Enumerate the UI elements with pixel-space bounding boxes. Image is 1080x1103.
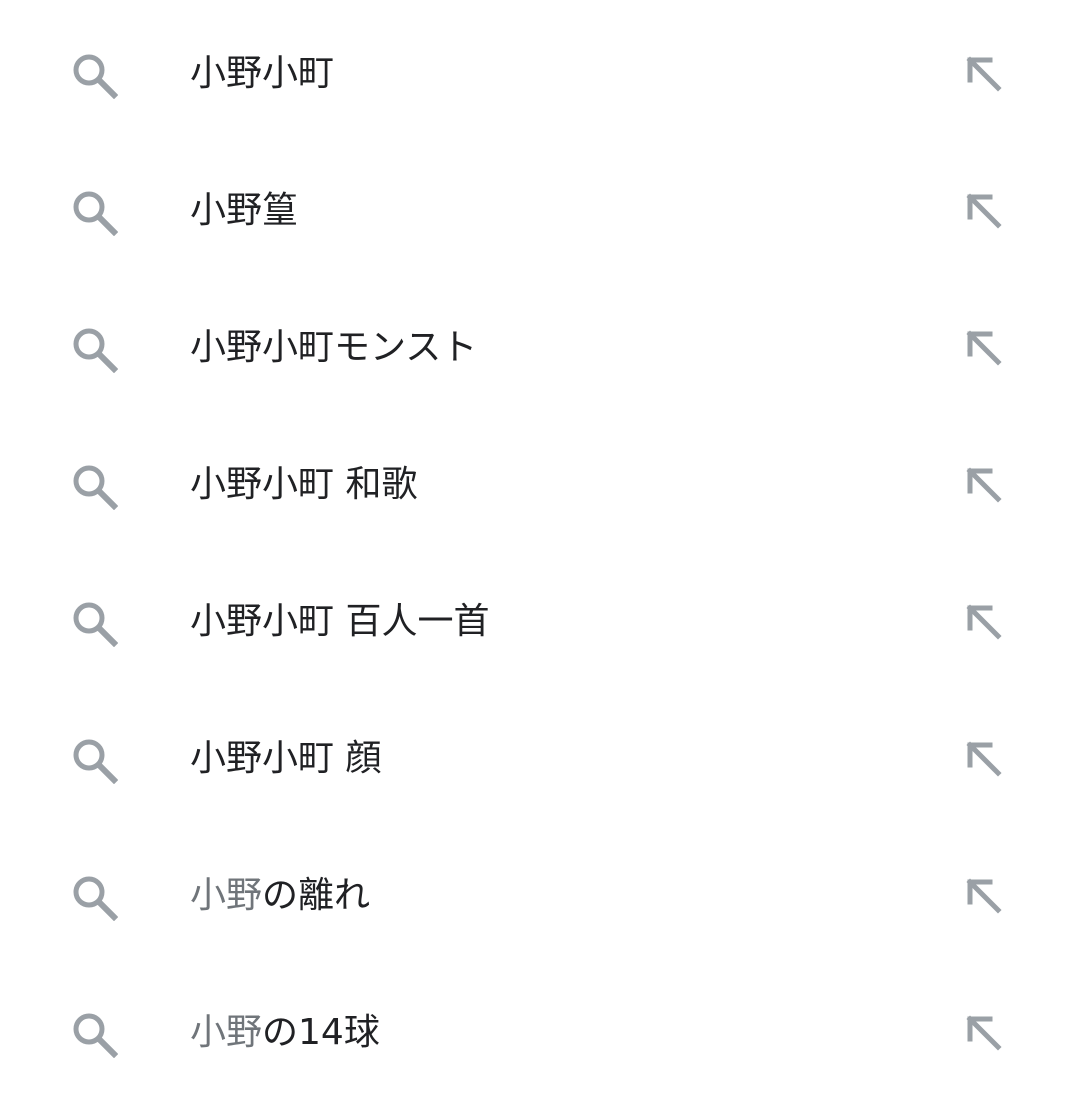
fill-query-button[interactable] — [958, 48, 1010, 100]
suggestion-completion: 小野小町 百人一首 — [190, 601, 490, 642]
suggestion-text: 小野小町 顔 — [190, 741, 381, 777]
arrow-up-left-icon — [966, 330, 1002, 366]
suggestion-text: 小野の離れ — [190, 878, 370, 914]
suggestion-item[interactable]: 小野小町モンスト — [0, 279, 1080, 416]
search-icon — [73, 465, 118, 510]
search-icon — [73, 739, 118, 784]
arrow-up-left-icon — [966, 56, 1002, 92]
search-icon — [73, 876, 118, 921]
arrow-up-left-icon — [966, 741, 1002, 777]
fill-query-button[interactable] — [958, 733, 1010, 785]
search-icon — [73, 1013, 118, 1058]
fill-query-button[interactable] — [958, 1007, 1010, 1059]
fill-query-button[interactable] — [958, 870, 1010, 922]
suggestion-item[interactable]: 小野篁 — [0, 142, 1080, 279]
suggestion-text: 小野小町モンスト — [190, 330, 477, 366]
suggestion-text: 小野小町 和歌 — [190, 467, 417, 503]
arrow-up-left-icon — [966, 878, 1002, 914]
fill-query-button[interactable] — [958, 322, 1010, 374]
suggestion-completion: 小野篁 — [190, 190, 299, 231]
suggestion-item[interactable]: 小野小町 顔 — [0, 690, 1080, 827]
suggestion-item[interactable]: 小野小町 和歌 — [0, 416, 1080, 553]
fill-query-button[interactable] — [958, 596, 1010, 648]
suggestion-completion: 小野小町モンスト — [190, 327, 478, 368]
arrow-up-left-icon — [966, 193, 1002, 229]
suggestion-text: 小野の14球 — [190, 1015, 380, 1051]
search-icon — [73, 328, 118, 373]
search-icon — [73, 602, 118, 647]
suggestion-text: 小野小町 — [190, 56, 334, 92]
suggestion-completion: 小野小町 — [190, 53, 335, 94]
suggestion-item[interactable]: 小野の14球 — [0, 964, 1080, 1101]
suggestion-item[interactable]: 小野小町 — [0, 5, 1080, 142]
suggestion-query-prefix: 小野 — [190, 875, 263, 916]
fill-query-button[interactable] — [958, 459, 1010, 511]
fill-query-button[interactable] — [958, 185, 1010, 237]
arrow-up-left-icon — [966, 1015, 1002, 1051]
suggestion-text: 小野小町 百人一首 — [190, 604, 489, 640]
suggestion-query-prefix: 小野 — [190, 1012, 263, 1053]
suggestion-item[interactable]: 小野の離れ — [0, 827, 1080, 964]
suggestion-completion: 小野小町 顔 — [190, 738, 382, 779]
suggestion-completion: の離れ — [262, 875, 371, 916]
suggestion-item[interactable]: 小野小町 百人一首 — [0, 553, 1080, 690]
search-icon — [73, 54, 118, 99]
arrow-up-left-icon — [966, 604, 1002, 640]
suggestion-completion: の14球 — [262, 1012, 380, 1053]
search-suggestion-list: 小野小町 小野篁 小野小町モンスト 小野小町 和歌 小野小町 百人一首 小野小町… — [0, 0, 1080, 1103]
arrow-up-left-icon — [966, 467, 1002, 503]
suggestion-completion: 小野小町 和歌 — [190, 464, 418, 505]
search-icon — [73, 191, 118, 236]
suggestion-text: 小野篁 — [190, 193, 298, 229]
